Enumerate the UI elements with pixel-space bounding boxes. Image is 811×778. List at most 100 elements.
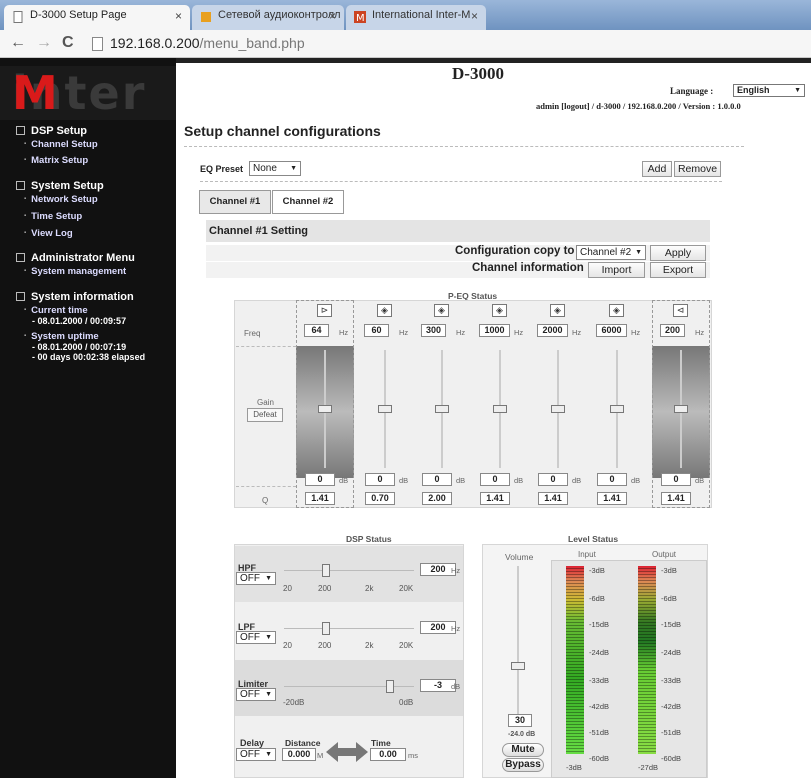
q-value[interactable]: 1.41 [538,492,568,505]
freq-value[interactable]: 6000 [596,324,627,337]
chevron-down-icon: ▼ [265,691,272,698]
section-icon [16,126,25,135]
q-value[interactable]: 1.41 [597,492,627,505]
browser-tab-inter-m[interactable]: M International Inter-M × [346,5,486,30]
volume-slider-track[interactable] [517,566,519,716]
q-value[interactable]: 0.70 [365,492,395,505]
low-pass-filter-icon[interactable]: ⊲ [673,304,688,317]
sidebar-item-view-log[interactable]: View Log [24,228,73,239]
browser-tab-d3000[interactable]: D-3000 Setup Page × [4,5,190,30]
close-icon[interactable]: × [175,9,182,23]
tab-channel-2[interactable]: Channel #2 [272,190,344,214]
url-field[interactable]: 192.168.0.200/menu_band.php [110,35,305,51]
time-value[interactable]: 0.00 [370,748,406,761]
sidebar-item-system-management[interactable]: System management [24,266,126,277]
hpf-state-select[interactable]: OFF ▼ [236,572,276,585]
section-title: System information [31,291,134,303]
chevron-down-icon: ▼ [265,634,272,641]
peaking-filter-icon[interactable]: ◈ [492,304,507,317]
close-icon[interactable]: × [471,9,478,23]
back-arrow-icon[interactable]: ← [10,34,26,52]
language-label: Language : [670,86,714,96]
q-value[interactable]: 1.41 [305,492,335,505]
sidebar-item-network-setup[interactable]: Network Setup [24,194,98,205]
high-pass-filter-icon[interactable]: ⊳ [317,304,332,317]
gain-value[interactable]: 0 [538,473,568,486]
gain-slider-thumb[interactable] [551,405,565,413]
add-preset-button[interactable]: Add [642,161,672,177]
lpf-unit: Hz [451,624,461,633]
lpf-slider-thumb[interactable] [322,622,330,635]
eq-preset-select[interactable]: None ▼ [249,161,301,176]
freq-value[interactable]: 1000 [479,324,510,337]
distance-value[interactable]: 0.000 [282,748,316,761]
uptime-elapsed: - 00 days 00:02:38 elapsed [32,352,146,362]
gain-slider-thumb[interactable] [674,405,688,413]
hpf-tick: 200 [318,584,332,593]
sidebar-section-administrator-menu[interactable]: Administrator Menu [16,252,135,264]
sidebar-item-time-setup[interactable]: Time Setup [24,211,82,222]
language-select[interactable]: English ▼ [733,84,805,97]
gain-slider-thumb[interactable] [435,405,449,413]
input-scale-label: -6dB [589,594,605,603]
limiter-state-select[interactable]: OFF ▼ [236,688,276,701]
freq-value[interactable]: 200 [660,324,685,337]
gain-slider-thumb[interactable] [610,405,624,413]
hpf-slider-thumb[interactable] [322,564,330,577]
sidebar-item-channel-setup[interactable]: Channel Setup [24,139,98,150]
hpf-slider-track[interactable] [284,570,414,571]
sidebar-section-system-setup[interactable]: System Setup [16,180,104,192]
mute-button[interactable]: Mute [502,743,544,757]
limiter-slider-track[interactable] [284,686,414,687]
peaking-filter-icon[interactable]: ◈ [609,304,624,317]
limiter-unit: dB [451,682,461,691]
config-copy-select[interactable]: Channel #2 ▼ [576,245,646,260]
gain-slider-thumb[interactable] [493,405,507,413]
freq-value[interactable]: 60 [364,324,389,337]
defeat-button[interactable]: Defeat [247,408,283,422]
volume-value[interactable]: 30 [508,714,532,727]
limiter-slider-thumb[interactable] [386,680,394,693]
browser-tab-network-audio[interactable]: Сетевой аудиоконтролл × [192,5,344,30]
peaking-filter-icon[interactable]: ◈ [550,304,565,317]
section-title: System Setup [31,180,104,192]
q-value[interactable]: 1.41 [480,492,510,505]
lpf-slider-track[interactable] [284,628,414,629]
gain-value[interactable]: 0 [305,473,335,486]
input-scale-label: -3dB [589,566,605,575]
delay-state-select[interactable]: OFF ▼ [236,748,276,761]
output-scale-label: -60dB [661,754,682,763]
volume-slider-thumb[interactable] [511,662,525,670]
gain-slider-thumb[interactable] [378,405,392,413]
dsp-status-title: DSP Status [346,534,392,544]
freq-value[interactable]: 300 [421,324,446,337]
gain-slider-thumb[interactable] [318,405,332,413]
sidebar-item-matrix-setup[interactable]: Matrix Setup [24,155,88,166]
import-button[interactable]: Import [588,262,645,278]
freq-value[interactable]: 64 [304,324,329,337]
close-icon[interactable]: × [329,9,336,23]
input-scale-label: -24dB [589,648,610,657]
forward-arrow-icon[interactable]: → [36,34,52,52]
q-value[interactable]: 2.00 [422,492,452,505]
gain-value[interactable]: 0 [480,473,510,486]
language-value: English [737,85,770,95]
gain-value[interactable]: 0 [422,473,452,486]
tab-channel-1[interactable]: Channel #1 [199,190,271,214]
sidebar-section-dsp-setup[interactable]: DSP Setup [16,125,87,137]
gain-value[interactable]: 0 [597,473,627,486]
q-value[interactable]: 1.41 [661,492,691,505]
remove-preset-button[interactable]: Remove [674,161,721,177]
lpf-state-select[interactable]: OFF ▼ [236,631,276,644]
peaking-filter-icon[interactable]: ◈ [434,304,449,317]
export-button[interactable]: Export [650,262,706,278]
gain-value[interactable]: 0 [365,473,395,486]
peaking-filter-icon[interactable]: ◈ [377,304,392,317]
apply-button[interactable]: Apply [650,245,706,261]
gain-value[interactable]: 0 [661,473,691,486]
divider [236,486,296,487]
freq-value[interactable]: 2000 [537,324,568,337]
logo-mark: M [12,66,60,120]
reload-icon[interactable]: C [62,34,74,52]
bypass-button[interactable]: Bypass [502,758,544,772]
